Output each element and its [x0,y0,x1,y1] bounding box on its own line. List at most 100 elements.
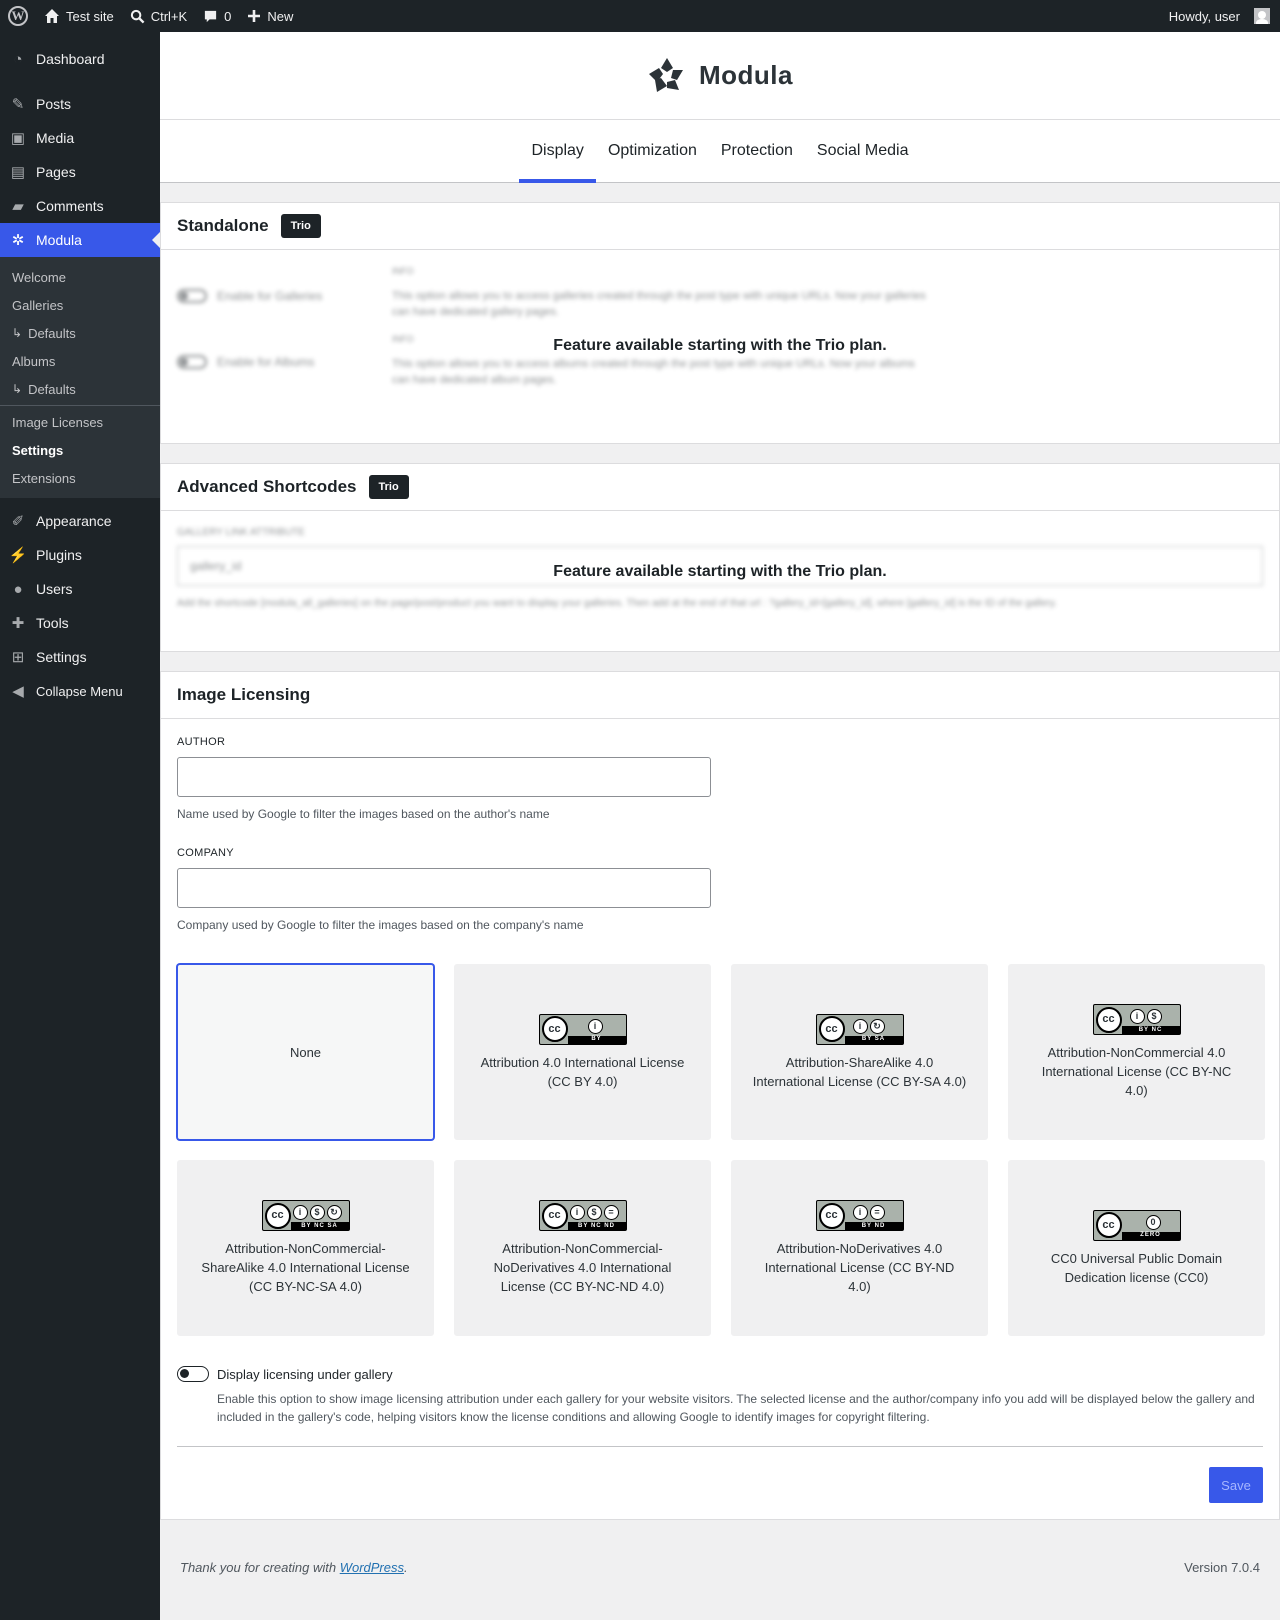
save-button[interactable]: Save [1209,1467,1263,1503]
locked-message: Feature available starting with the Trio… [553,337,887,354]
albums-desc: This option allows you to access albums … [392,358,915,386]
sidebar-item-modula[interactable]: ✲ Modula [0,223,160,257]
license-option-none[interactable]: None [177,964,434,1140]
submenu-settings[interactable]: Settings [0,436,160,464]
wordpress-link[interactable]: WordPress [340,1560,404,1575]
admin-sidebar: ◔ Dashboard ✎ Posts ▣ Media ▤ Pages ▰ Co… [0,32,160,1620]
sidebar-item-posts[interactable]: ✎ Posts [0,87,160,121]
settings-icon: ⊞ [11,649,25,666]
submenu-album-defaults[interactable]: Defaults [0,375,160,403]
tab-optimization[interactable]: Optimization [596,120,709,182]
company-label: COMPANY [177,847,234,859]
sidebar-item-label: Posts [36,96,72,112]
company-desc: Company used by Google to filter the ima… [177,918,584,932]
panel-header: Standalone Trio [161,203,1279,250]
company-input[interactable] [177,868,711,908]
site-name-label: Test site [66,8,114,24]
sidebar-item-users[interactable]: ● Users [0,572,160,606]
cc0-badge-icon: cc 0 ZERO [1092,1209,1181,1241]
submenu-gallery-defaults[interactable]: Defaults [0,319,160,347]
author-desc: Name used by Google to filter the images… [177,807,550,821]
version-label: Version 7.0.4 [1184,1560,1260,1575]
locked-content: Enable for Galleries INFO This option al… [177,266,1263,388]
new-label: New [267,8,294,24]
sidebar-item-label: Modula [36,232,82,248]
admin-bar: W Test site Ctrl+K 0 New Howdy, user [0,0,1280,32]
plug-icon: ⚡ [8,547,28,564]
license-label: Attribution-ShareAlike 4.0 International… [752,1054,967,1089]
plus-icon [248,10,261,22]
sidebar-item-label: Appearance [36,513,112,529]
panel-body: Enable for Galleries INFO This option al… [161,250,1279,443]
locked-message: Feature available starting with the Trio… [553,563,887,580]
pages-icon: ▤ [10,164,26,181]
cc-by-nd-badge-icon: cc i = BY ND [815,1200,904,1231]
standalone-panel: Standalone Trio Enable for Galleries INF… [160,202,1280,444]
footer-thanks: Thank you for creating with WordPress. [180,1560,408,1575]
dashboard-icon: ◔ [13,50,23,68]
comments-count: 0 [224,8,232,24]
tab-social-media[interactable]: Social Media [805,120,921,182]
site-name-link[interactable]: Test site [36,0,122,32]
submenu-label: Defaults [28,381,76,397]
panel-header: Advanced Shortcodes Trio [161,464,1279,511]
gallery-link-label: GALLERY LINK ATTRIBUTE [177,527,305,538]
sidebar-item-label: Media [36,130,75,146]
submenu-albums[interactable]: Albums [0,347,160,375]
brush-icon: ✐ [11,513,25,530]
gallery-link-desc: Add the shortcode [modula_all_galleries]… [177,598,1057,609]
plan-badge: Trio [280,214,321,238]
search-icon [130,9,145,23]
license-option-cc-by-nc[interactable]: cc i $ BY NC Attribution-NonCommercial 4.0 … [1008,964,1265,1140]
display-licensing-toggle[interactable] [177,1366,209,1382]
cc-by-nc-sa-badge-icon: cc i $ ↻ BY NC SA [261,1200,350,1231]
comment-icon: ▰ [12,198,24,215]
license-option-cc-by-sa[interactable]: cc i ↻ BY SA Attribution-ShareAlike 4.0 Int… [731,964,988,1140]
sidebar-item-comments[interactable]: ▰ Comments [0,189,160,223]
sidebar-item-appearance[interactable]: ✐ Appearance [0,504,160,538]
display-licensing-row: Display licensing under gallery [177,1366,1263,1382]
sidebar-item-label: Plugins [36,547,82,563]
license-option-cc-by-nc-sa[interactable]: cc i $ ↻ BY NC SA Attribution-NonCommercial-… [177,1160,434,1336]
new-content-button[interactable]: New [239,0,301,32]
license-option-cc0[interactable]: cc 0 ZERO CC0 Universal Public Domain Dedi… [1008,1160,1265,1336]
license-option-cc-by-nc-nd[interactable]: cc i $ = BY NC ND Attribution-NonCommercial-… [454,1160,711,1336]
author-input[interactable] [177,757,711,797]
wordpress-logo-button[interactable]: W [0,0,36,32]
cc-by-badge-icon: cc i BY [538,1013,627,1045]
submenu-galleries[interactable]: Galleries [0,291,160,319]
modula-logo-icon [649,57,683,92]
license-option-cc-by[interactable]: cc i BY Attribution 4.0 International Lice… [454,964,711,1140]
account-menu[interactable]: Howdy, user [1161,0,1280,32]
brand-header: Modula [160,32,1280,120]
submenu-divider [0,405,160,406]
sidebar-item-settings[interactable]: ⊞ Settings [0,640,160,674]
admin-footer: Thank you for creating with WordPress. V… [160,1560,1280,1575]
albums-label: Enable for Albums [217,355,315,369]
sidebar-item-dashboard[interactable]: ◔ Dashboard [0,42,160,76]
sidebar-item-plugins[interactable]: ⚡ Plugins [0,538,160,572]
command-palette-button[interactable]: Ctrl+K [122,0,195,32]
albums-toggle [177,355,207,369]
home-icon [45,9,59,23]
sidebar-item-media[interactable]: ▣ Media [0,121,160,155]
panel-title: Standalone [177,216,269,235]
sidebar-item-pages[interactable]: ▤ Pages [0,155,160,189]
cc-by-sa-badge-icon: cc i ↻ BY SA [815,1013,904,1045]
license-option-cc-by-nd[interactable]: cc i = BY ND Attribution-NoDerivatives 4.0 … [731,1160,988,1336]
sidebar-item-tools[interactable]: ✚ Tools [0,606,160,640]
submenu-image-licenses[interactable]: Image Licenses [0,408,160,436]
submenu-welcome[interactable]: Welcome [0,263,160,291]
author-label: AUTHOR [177,736,226,748]
tab-display[interactable]: Display [519,120,597,183]
comments-link[interactable]: 0 [195,0,239,32]
comment-icon [205,10,217,22]
collapse-menu-button[interactable]: ◀ Collapse Menu [0,674,160,708]
license-label: Attribution-NonCommercial-NoDerivatives … [493,1241,672,1294]
tab-protection[interactable]: Protection [709,120,805,182]
license-grid: None cc i BY Attribution 4.0 International… [177,964,1265,1336]
panel-title: Advanced Shortcodes [177,477,357,496]
cc-by-nc-badge-icon: cc i $ BY NC [1092,1004,1181,1035]
divider [177,1446,1263,1447]
submenu-extensions[interactable]: Extensions [0,464,160,492]
